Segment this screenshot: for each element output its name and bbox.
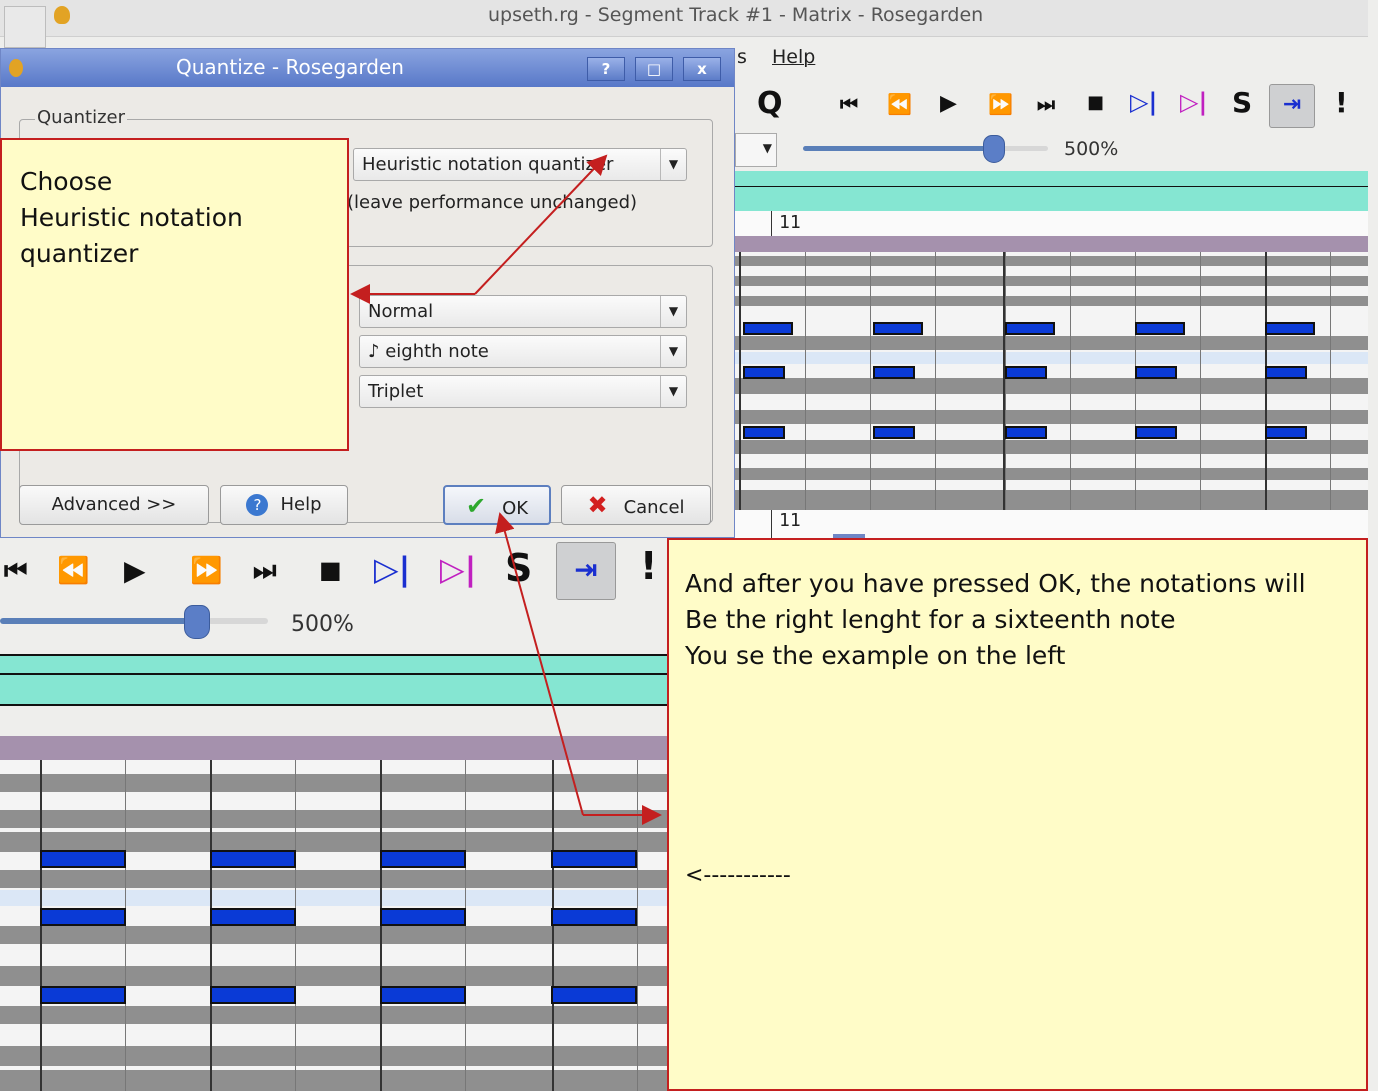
arrow-ok (495, 512, 662, 825)
arrow-quantizer (350, 154, 608, 304)
annotation-arrows (350, 154, 662, 825)
